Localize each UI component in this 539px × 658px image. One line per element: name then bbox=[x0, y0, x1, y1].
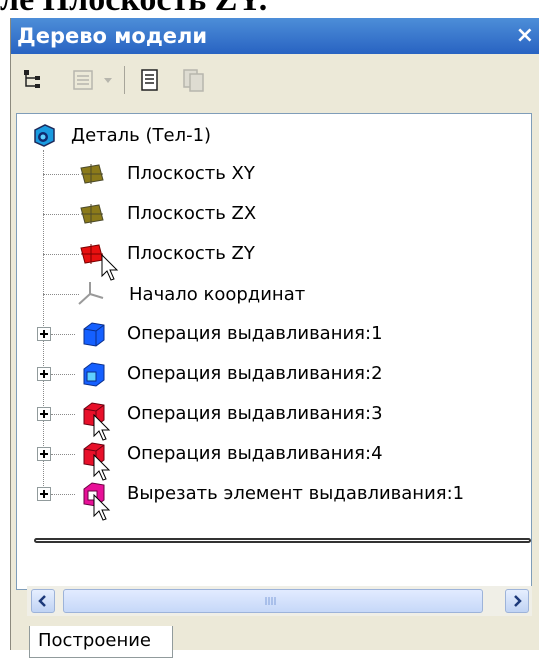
tree-connector bbox=[51, 494, 75, 495]
panel-title: Дерево модели bbox=[17, 24, 208, 48]
scroll-thumb[interactable] bbox=[63, 589, 483, 613]
tree-connector bbox=[43, 294, 79, 295]
horizontal-scrollbar[interactable] bbox=[27, 586, 532, 616]
expand-toggle[interactable] bbox=[37, 327, 51, 341]
document-copy-icon[interactable] bbox=[181, 67, 207, 93]
mouse-cursor-icon bbox=[93, 414, 111, 441]
document-icon[interactable] bbox=[137, 67, 163, 93]
mouse-cursor-icon bbox=[101, 254, 119, 281]
tree-connector bbox=[43, 150, 44, 492]
expand-toggle[interactable] bbox=[37, 487, 51, 501]
extrude-cube-icon bbox=[83, 362, 105, 387]
tree-connector bbox=[43, 174, 79, 175]
tree-connector bbox=[43, 254, 79, 255]
tree-connector bbox=[51, 454, 75, 455]
tree-connector bbox=[43, 214, 79, 215]
tree-item-label[interactable]: Вырезать элемент выдавливания:1 bbox=[127, 482, 464, 506]
tree-item-root-label[interactable]: Деталь (Тел-1) bbox=[71, 124, 211, 148]
panel-titlebar: Дерево модели × bbox=[11, 18, 539, 54]
extrude-cube-icon bbox=[83, 322, 105, 347]
mouse-cursor-icon bbox=[93, 454, 111, 481]
origin-axes-icon bbox=[78, 282, 104, 305]
tab-construction[interactable]: Построение bbox=[29, 626, 173, 658]
toolbar-separator bbox=[124, 66, 125, 94]
grip-icon bbox=[265, 597, 276, 605]
tree-item-label[interactable]: Операция выдавливания:4 bbox=[127, 442, 383, 466]
list-filter-icon[interactable] bbox=[71, 67, 97, 93]
chevron-left-icon bbox=[38, 595, 46, 607]
tree-item-label[interactable]: Начало координат bbox=[129, 283, 305, 307]
scroll-right-button[interactable] bbox=[505, 589, 529, 613]
tree-connector bbox=[51, 334, 75, 335]
model-tree[interactable]: Деталь (Тел-1) Плоскость XY Плоскость ZX… bbox=[16, 113, 532, 590]
expand-toggle[interactable] bbox=[37, 407, 51, 421]
chevron-right-icon bbox=[514, 595, 522, 607]
tree-item-label[interactable]: Плоскость XY bbox=[127, 162, 255, 186]
tree-item-label[interactable]: Операция выдавливания:2 bbox=[127, 362, 383, 386]
tree-item-label[interactable]: Плоскость ZY bbox=[127, 242, 255, 266]
mouse-cursor-icon bbox=[93, 494, 111, 521]
scroll-left-button[interactable] bbox=[31, 589, 55, 613]
close-icon[interactable]: × bbox=[516, 18, 534, 54]
tree-connector bbox=[51, 414, 75, 415]
tree-structure-icon[interactable] bbox=[21, 67, 47, 93]
part-body-icon bbox=[34, 124, 55, 147]
plane-xy-icon bbox=[80, 164, 104, 184]
panel-toolbar bbox=[11, 54, 539, 104]
expand-toggle[interactable] bbox=[37, 367, 51, 381]
tree-item-label[interactable]: Операция выдавливания:3 bbox=[127, 402, 383, 426]
plane-zx-icon bbox=[80, 204, 104, 224]
tree-item-label[interactable]: Операция выдавливания:1 bbox=[127, 322, 383, 346]
model-tree-panel: Дерево модели × Деталь (Тел-1) Плоскость… bbox=[10, 18, 539, 658]
expand-toggle[interactable] bbox=[37, 447, 51, 461]
tree-connector bbox=[51, 374, 75, 375]
dropdown-arrow-icon[interactable] bbox=[101, 67, 115, 93]
tree-item-label[interactable]: Плоскость ZX bbox=[127, 202, 256, 226]
splitter-bar[interactable] bbox=[34, 538, 531, 543]
